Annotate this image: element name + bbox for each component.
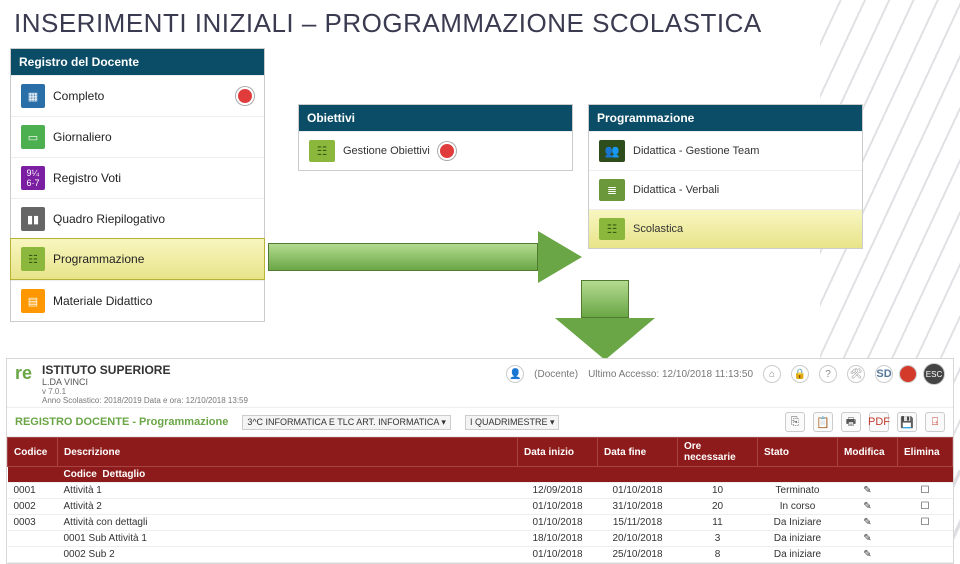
lock-icon[interactable]: 🔒 xyxy=(791,365,809,383)
delete-checkbox[interactable]: ☐ xyxy=(898,499,953,515)
institute-sub: L.DA VINCI xyxy=(42,377,248,387)
paste-icon[interactable]: 📋 xyxy=(813,412,833,432)
class-select[interactable]: 3^C INFORMATICA E TLC ART. INFORMATICA ▾ xyxy=(242,415,451,430)
table-header-row: Codice Descrizione Data inizio Data fine… xyxy=(8,438,953,467)
table-subheader-row: Codice Dettaglio xyxy=(8,467,953,483)
edit-icon[interactable]: ✎ xyxy=(838,515,898,531)
day-icon: ▭ xyxy=(21,125,45,149)
app-window: re ISTITUTO SUPERIORE L.DA VINCI v 7.0.1… xyxy=(6,358,954,564)
nav-giornaliero[interactable]: ▭Giornaliero xyxy=(11,116,264,157)
red-dot-icon[interactable] xyxy=(899,365,917,383)
edit-icon[interactable]: ✎ xyxy=(838,547,898,563)
help-icon[interactable]: ? xyxy=(819,365,837,383)
tree-icon: ☷ xyxy=(21,247,45,271)
nav-quadro-riepilogativo[interactable]: ▮▮Quadro Riepilogativo xyxy=(11,198,264,239)
item-didattica-team[interactable]: 👥Didattica - Gestione Team xyxy=(589,131,862,170)
user-icon[interactable]: 👤 xyxy=(506,365,524,383)
save-icon[interactable]: 💾 xyxy=(897,412,917,432)
nav-completo[interactable]: ▦Completo xyxy=(11,75,264,116)
nav-programmazione[interactable]: ☷Programmazione xyxy=(10,238,265,280)
team-icon: 👥 xyxy=(599,140,625,162)
material-icon: ▤ xyxy=(21,289,45,313)
esc-button[interactable]: ESC xyxy=(923,363,945,385)
item-gestione-obiettivi[interactable]: ☷Gestione Obiettivi xyxy=(299,131,572,170)
page-title: INSERIMENTI INIZIALI – PROGRAMMAZIONE SC… xyxy=(0,0,960,45)
institute-name: ISTITUTO SUPERIORE xyxy=(42,363,248,377)
table-row[interactable]: 0001Attività 112/09/201801/10/201810Term… xyxy=(8,483,953,499)
edit-icon[interactable]: ✎ xyxy=(838,499,898,515)
table-row[interactable]: 0002 Sub 201/10/201825/10/20188Da inizia… xyxy=(8,547,953,563)
table-row[interactable]: 0003Attività con dettagli01/10/201815/11… xyxy=(8,515,953,531)
edit-icon[interactable]: ✎ xyxy=(838,531,898,547)
panel-obiettivi: Obiettivi ☷Gestione Obiettivi xyxy=(298,104,573,171)
activities-table: Codice Descrizione Data inizio Data fine… xyxy=(7,437,953,563)
barchart-icon: ▮▮ xyxy=(21,207,45,231)
table-row[interactable]: 0001 Sub Attività 118/10/201820/10/20183… xyxy=(8,531,953,547)
tree-icon: ☷ xyxy=(309,140,335,162)
item-didattica-verbali[interactable]: ≣Didattica - Verbali xyxy=(589,170,862,209)
user-role: (Docente) xyxy=(534,365,578,383)
nav-registro-voti[interactable]: 9¼6·7Registro Voti xyxy=(11,157,264,198)
copy-icon[interactable]: ⎘ xyxy=(785,412,805,432)
year-label: Anno Scolastico: 2018/2019 Data e ora: 1… xyxy=(42,396,248,405)
print-icon[interactable]: 🖶 xyxy=(841,412,861,432)
panel-header: Registro del Docente xyxy=(11,49,264,75)
pdf-icon[interactable]: PDF xyxy=(869,412,889,432)
new-badge-icon xyxy=(438,142,456,160)
home-icon[interactable]: ⌂ xyxy=(763,365,781,383)
version: v 7.0.1 xyxy=(42,387,248,396)
tree-icon: ☷ xyxy=(599,218,625,240)
delete-checkbox[interactable]: ☐ xyxy=(898,515,953,531)
sd-label[interactable]: SD xyxy=(875,365,893,383)
delete-checkbox[interactable]: ☐ xyxy=(898,483,953,499)
period-select[interactable]: I QUADRIMESTRE ▾ xyxy=(465,415,560,430)
arrow-right-icon xyxy=(268,235,588,279)
document-icon: ≣ xyxy=(599,179,625,201)
panel-programmazione: Programmazione 👥Didattica - Gestione Tea… xyxy=(588,104,863,249)
panel-registro-docente: Registro del Docente ▦Completo ▭Giornali… xyxy=(10,48,265,322)
last-access: Ultimo Accesso: 12/10/2018 11:13:50 xyxy=(588,365,753,383)
top-icon-row: 👤 (Docente) Ultimo Accesso: 12/10/2018 1… xyxy=(506,363,945,385)
arrow-down-icon xyxy=(555,280,655,360)
app-subheader: REGISTRO DOCENTE - Programmazione 3^C IN… xyxy=(7,408,953,437)
right-icons: SD ESC xyxy=(875,363,945,385)
delete-checkbox[interactable] xyxy=(898,547,953,563)
new-badge-icon xyxy=(236,87,254,105)
breadcrumb: REGISTRO DOCENTE - Programmazione xyxy=(15,416,228,428)
tools-icon[interactable]: 🛠 xyxy=(847,365,865,383)
exit-icon[interactable]: ⍈ xyxy=(925,412,945,432)
edit-icon[interactable]: ✎ xyxy=(838,483,898,499)
nav-materiale-didattico[interactable]: ▤Materiale Didattico xyxy=(11,280,264,321)
calendar-icon: ▦ xyxy=(21,84,45,108)
obiettivi-header: Obiettivi xyxy=(299,105,572,131)
app-header: re ISTITUTO SUPERIORE L.DA VINCI v 7.0.1… xyxy=(7,359,953,408)
table-row[interactable]: 0002Attività 201/10/201831/10/201820In c… xyxy=(8,499,953,515)
delete-checkbox[interactable] xyxy=(898,531,953,547)
programmazione-header: Programmazione xyxy=(589,105,862,131)
grades-icon: 9¼6·7 xyxy=(21,166,45,190)
item-scolastica[interactable]: ☷Scolastica xyxy=(589,209,862,248)
app-logo: re xyxy=(15,363,32,384)
